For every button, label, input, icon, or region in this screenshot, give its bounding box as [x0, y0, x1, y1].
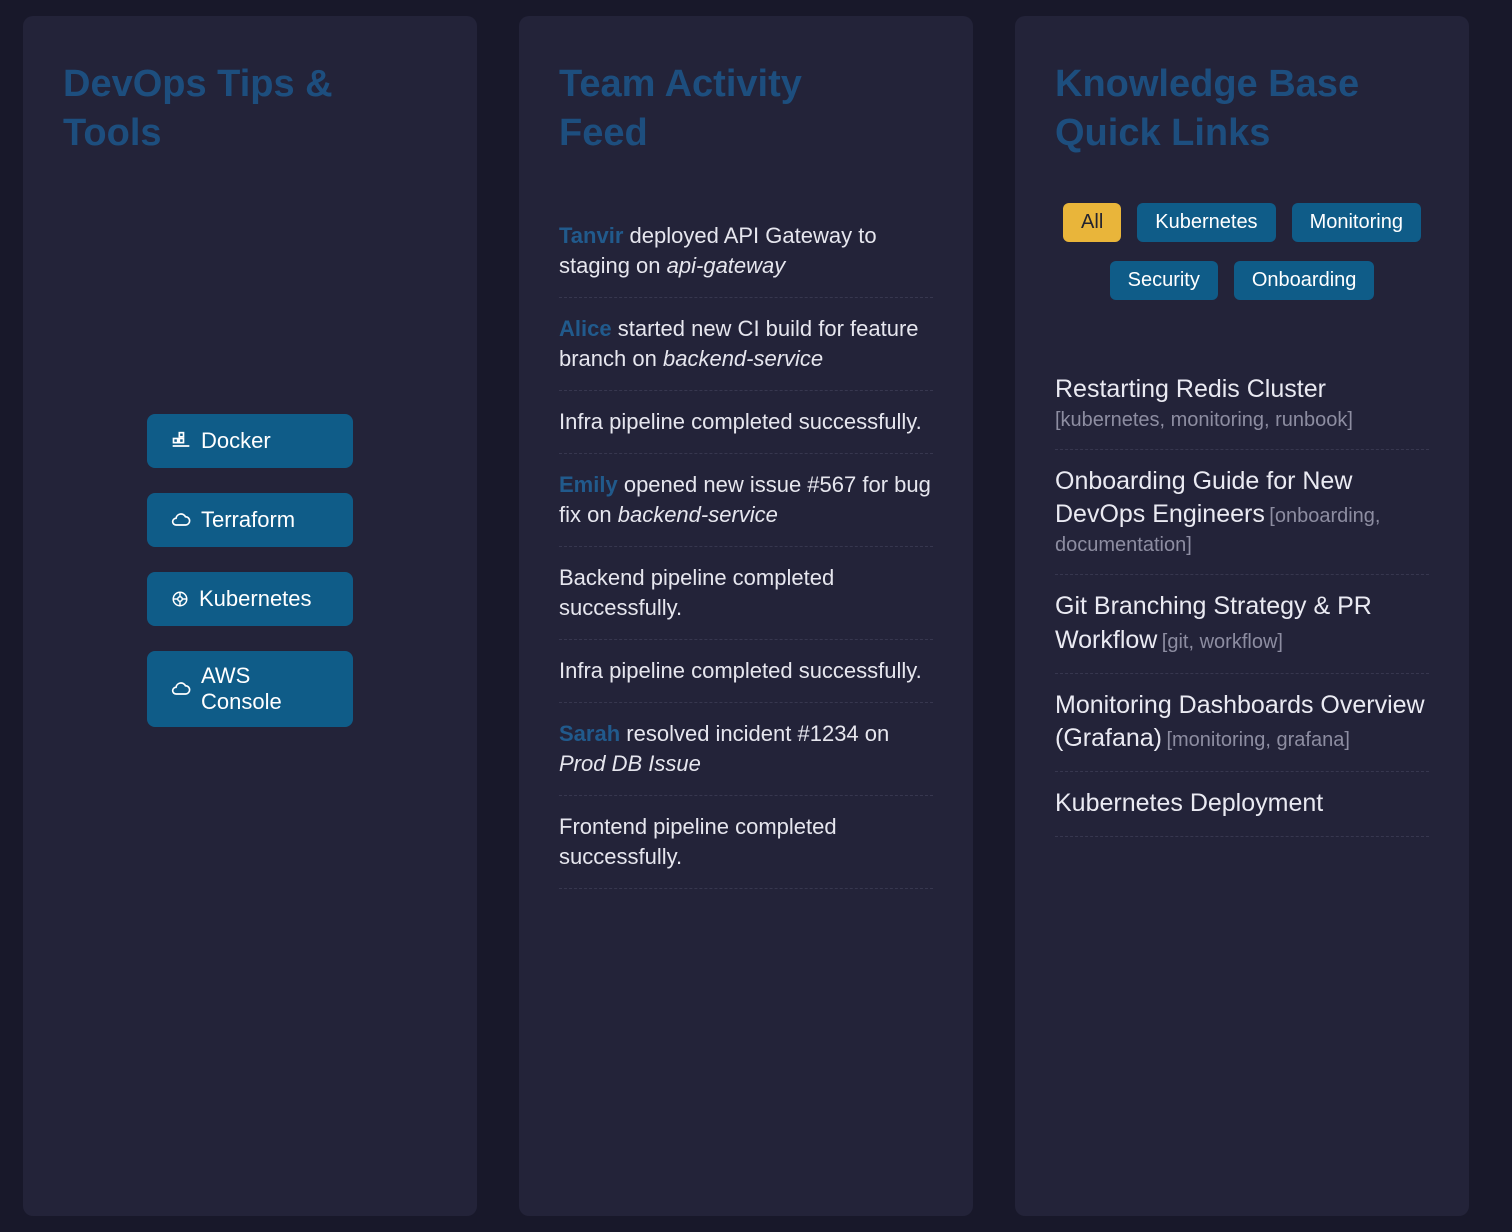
activity-item: Backend pipeline completed successfully.	[559, 547, 933, 640]
devops-tools-card: DevOps Tips & Tools Docker Terraform Kub…	[23, 16, 477, 1216]
activity-feed-card: Team Activity Feed Tanvir deployed API G…	[519, 16, 973, 1216]
kb-link-title[interactable]: Restarting Redis Cluster	[1055, 375, 1326, 403]
kb-link-item: Monitoring Dashboards Overview (Grafana)…	[1055, 674, 1429, 773]
activity-item: Infra pipeline completed successfully.	[559, 640, 933, 703]
kb-link-list: Restarting Redis Cluster [kubernetes, mo…	[1055, 358, 1429, 837]
filter-monitoring[interactable]: Monitoring	[1291, 202, 1421, 242]
filter-security[interactable]: Security	[1109, 260, 1218, 300]
kb-link-item: Kubernetes Deployment	[1055, 772, 1429, 837]
devops-tools-title: DevOps Tips & Tools	[63, 63, 333, 155]
kubernetes-button[interactable]: Kubernetes	[147, 571, 353, 626]
terraform-button[interactable]: Terraform	[147, 492, 353, 547]
filter-onboarding[interactable]: Onboarding	[1233, 260, 1375, 300]
activity-text: Backend pipeline completed successfully.	[559, 564, 835, 620]
activity-actor: Sarah	[559, 720, 621, 746]
docker-button-label: Docker	[201, 427, 271, 453]
knowledge-base-card: Knowledge Base Quick Links All Kubernete…	[1015, 16, 1469, 1216]
activity-item: Emily opened new issue #567 for bug fix …	[559, 454, 933, 547]
activity-actor: Tanvir	[559, 222, 624, 248]
docker-button[interactable]: Docker	[147, 413, 353, 468]
activity-repo: backend-service	[617, 501, 778, 527]
aws-console-button-label: AWS Console	[201, 662, 282, 714]
kb-filter-bar: All Kubernetes Monitoring Security Onboa…	[1055, 202, 1429, 300]
kubernetes-wheel-icon	[171, 590, 189, 608]
activity-repo: api-gateway	[666, 252, 786, 278]
activity-feed-title: Team Activity Feed	[559, 63, 802, 155]
kb-link-title[interactable]: Kubernetes Deployment	[1055, 789, 1323, 817]
activity-text: Infra pipeline completed successfully.	[559, 657, 922, 683]
activity-actor: Alice	[559, 315, 612, 341]
dashboard-board: DevOps Tips & Tools Docker Terraform Kub…	[0, 0, 1512, 1232]
kubernetes-button-label: Kubernetes	[199, 585, 312, 611]
kb-link-item: Git Branching Strategy & PR Workflow [gi…	[1055, 575, 1429, 674]
kb-link-tags: [kubernetes, monitoring, runbook]	[1055, 408, 1353, 431]
tool-button-stack: Docker Terraform Kubernetes AWS Console	[63, 413, 437, 727]
filter-kubernetes[interactable]: Kubernetes	[1137, 202, 1276, 242]
knowledge-base-title: Knowledge Base Quick Links	[1055, 63, 1360, 155]
activity-item: Infra pipeline completed successfully.	[559, 391, 933, 454]
kb-link-item: Onboarding Guide for New DevOps Engineer…	[1055, 450, 1429, 576]
kb-link-tags: [git, workflow]	[1161, 630, 1283, 653]
terraform-button-label: Terraform	[201, 506, 296, 532]
activity-repo: Prod DB Issue	[559, 750, 701, 776]
kb-link-tags: [monitoring, grafana]	[1166, 729, 1350, 752]
kb-link-item: Restarting Redis Cluster [kubernetes, mo…	[1055, 358, 1429, 450]
filter-all[interactable]: All	[1063, 202, 1122, 242]
activity-text: resolved incident #1234 on	[626, 720, 890, 746]
activity-actor: Emily	[559, 471, 618, 497]
aws-console-button[interactable]: AWS Console	[147, 650, 353, 727]
cloud-icon	[171, 510, 191, 530]
activity-item: Frontend pipeline completed successfully…	[559, 796, 933, 889]
activity-item: Sarah resolved incident #1234 on Prod DB…	[559, 703, 933, 796]
activity-repo: backend-service	[662, 345, 824, 371]
activity-text: Frontend pipeline completed successfully…	[559, 813, 837, 869]
activity-item: Alice started new CI build for feature b…	[559, 298, 933, 391]
cloud-icon	[171, 679, 191, 699]
activity-text: Infra pipeline completed successfully.	[559, 408, 922, 434]
docker-icon	[171, 431, 191, 451]
activity-list: Tanvir deployed API Gateway to staging o…	[559, 205, 933, 889]
activity-item: Tanvir deployed API Gateway to staging o…	[559, 205, 933, 298]
